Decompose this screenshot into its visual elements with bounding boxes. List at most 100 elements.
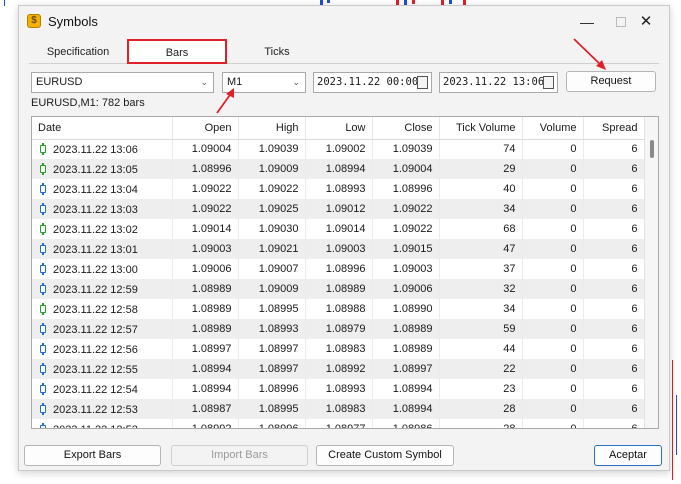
accept-button[interactable]: Aceptar	[594, 445, 662, 466]
column-header[interactable]: Tick Volume	[439, 117, 523, 140]
request-button[interactable]: Request	[566, 71, 656, 92]
table-cell: 1.08997	[172, 339, 239, 359]
table-cell: 1.08996	[238, 379, 306, 399]
table-cell: 1.09030	[238, 219, 306, 239]
table-cell: 1.09009	[238, 279, 306, 299]
date-text: 2023.11.22 12:52	[53, 424, 138, 429]
table-cell: 1.08989	[372, 319, 440, 339]
table-cell: 1.08994	[372, 379, 440, 399]
maximize-button[interactable]	[587, 10, 626, 34]
column-header[interactable]: Volume	[522, 117, 584, 140]
column-header[interactable]: High	[238, 117, 306, 140]
date-text: 2023.11.22 13:05	[53, 163, 138, 176]
table-cell: 1.08987	[172, 399, 239, 419]
calendar-icon[interactable]	[543, 76, 554, 89]
table-row[interactable]: 2023.11.22 12:57 1.08989 1.08993 1.08979 1.0…	[32, 319, 645, 339]
table-cell: 1.08990	[372, 299, 440, 319]
table-cell: 0	[522, 299, 584, 319]
table-cell-date: 2023.11.22 12:57	[32, 319, 173, 339]
window-title: Symbols	[48, 14, 98, 29]
tab-bar: Specification Bars Ticks	[29, 39, 659, 64]
table-cell: 1.08992	[172, 419, 239, 428]
tab-ticks[interactable]: Ticks	[227, 40, 327, 64]
table-row[interactable]: 2023.11.22 13:01 1.09003 1.09021 1.09003 1.0…	[32, 239, 645, 259]
table-cell: 1.08996	[305, 259, 373, 279]
table-cell: 0	[522, 399, 584, 419]
table-cell: 1.09007	[238, 259, 306, 279]
date-text: 2023.11.22 12:57	[53, 323, 138, 336]
tab-bars[interactable]: Bars	[127, 39, 227, 64]
table-cell: 6	[583, 339, 645, 359]
table-cell: 1.09022	[238, 179, 306, 199]
vertical-scrollbar[interactable]	[644, 117, 658, 428]
table-cell: 0	[522, 179, 584, 199]
table-cell: 6	[583, 219, 645, 239]
table-cell: 0	[522, 419, 584, 428]
table-row[interactable]: 2023.11.22 12:56 1.08997 1.08997 1.08983 1.0…	[32, 339, 645, 359]
table-row[interactable]: 2023.11.22 12:58 1.08989 1.08995 1.08988 1.0…	[32, 299, 645, 319]
candle-icon	[40, 382, 46, 395]
table-row[interactable]: 2023.11.22 12:55 1.08994 1.08997 1.08992 1.0…	[32, 359, 645, 379]
table-row[interactable]: 2023.11.22 12:53 1.08987 1.08995 1.08983 1.0…	[32, 399, 645, 419]
symbol-select-value: EURUSD	[36, 76, 83, 88]
table-cell: 6	[583, 199, 645, 219]
table-cell: 1.08995	[238, 299, 306, 319]
table-cell: 1.08989	[172, 299, 239, 319]
table-cell: 1.08979	[305, 319, 373, 339]
table-cell: 1.09021	[238, 239, 306, 259]
date-to-field[interactable]: 2023.11.22 13:06	[439, 72, 558, 93]
table-row[interactable]: 2023.11.22 13:03 1.09022 1.09025 1.09012 1.0…	[32, 199, 645, 219]
calendar-icon[interactable]	[417, 76, 428, 89]
export-bars-button[interactable]: Export Bars	[24, 445, 161, 466]
table-row[interactable]: 2023.11.22 12:59 1.08989 1.09009 1.08989 1.0…	[32, 279, 645, 299]
date-from-field[interactable]: 2023.11.22 00:00	[313, 72, 432, 93]
date-text: 2023.11.22 12:59	[53, 283, 138, 296]
table-cell: 28	[439, 419, 523, 428]
table-cell: 1.08989	[372, 339, 440, 359]
table-cell: 1.08989	[172, 319, 239, 339]
close-button[interactable]: ✕	[631, 10, 661, 34]
table-cell: 0	[522, 339, 584, 359]
date-text: 2023.11.22 12:53	[53, 403, 138, 416]
table-cell: 68	[439, 219, 523, 239]
date-to-value: 2023.11.22 13:06	[443, 76, 545, 88]
table-cell: 6	[583, 239, 645, 259]
column-header[interactable]: Date	[32, 117, 173, 140]
column-header[interactable]: Low	[305, 117, 373, 140]
table-cell: 1.09039	[238, 139, 306, 159]
table-cell: 6	[583, 359, 645, 379]
table-cell: 1.09022	[372, 219, 440, 239]
table-cell: 1.08993	[238, 319, 306, 339]
table-cell: 1.09004	[172, 139, 239, 159]
table-cell: 74	[439, 139, 523, 159]
table-row[interactable]: 2023.11.22 13:06 1.09004 1.09039 1.09002 1.0…	[32, 139, 645, 159]
column-header[interactable]: Spread	[583, 117, 645, 140]
table-row[interactable]: 2023.11.22 12:52 1.089921.089961.089771.0…	[32, 419, 645, 429]
column-header[interactable]: Open	[172, 117, 239, 140]
table-cell: 37	[439, 259, 523, 279]
table-cell: 1.08994	[305, 159, 373, 179]
table-row[interactable]: 2023.11.22 13:05 1.08996 1.09009 1.08994 1.0…	[32, 159, 645, 179]
table-cell: 1.09006	[172, 259, 239, 279]
table-cell: 23	[439, 379, 523, 399]
candle-icon	[40, 422, 46, 428]
scrollbar-thumb[interactable]	[650, 140, 654, 158]
create-custom-symbol-button[interactable]: Create Custom Symbol	[316, 445, 454, 466]
table-row[interactable]: 2023.11.22 13:04 1.09022 1.09022 1.08993 1.0…	[32, 179, 645, 199]
import-bars-button[interactable]: Import Bars	[171, 445, 308, 466]
table-cell: 6	[583, 259, 645, 279]
table-row[interactable]: 2023.11.22 13:02 1.09014 1.09030 1.09014 1.0…	[32, 219, 645, 239]
table-cell: 0	[522, 239, 584, 259]
table-cell: 1.08996	[238, 419, 306, 428]
table-cell: 1.09014	[172, 219, 239, 239]
table-row[interactable]: 2023.11.22 12:54 1.08994 1.08996 1.08993 1.0…	[32, 379, 645, 399]
table-cell: 1.09002	[305, 139, 373, 159]
tab-specification[interactable]: Specification	[29, 40, 127, 64]
table-cell-date: 2023.11.22 12:58	[32, 299, 173, 319]
table-cell: 59	[439, 319, 523, 339]
candle-icon	[40, 222, 46, 235]
table-row[interactable]: 2023.11.22 13:00 1.09006 1.09007 1.08996 1.0…	[32, 259, 645, 279]
column-header[interactable]: Close	[372, 117, 440, 140]
table-cell: 6	[583, 179, 645, 199]
symbol-select[interactable]: EURUSD ⌄	[31, 72, 214, 93]
